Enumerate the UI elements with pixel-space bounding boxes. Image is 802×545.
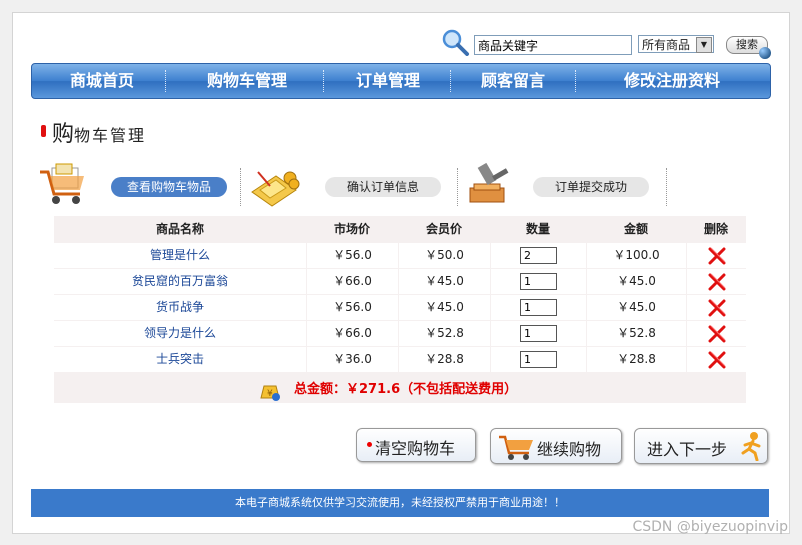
quantity-input[interactable] (520, 247, 557, 264)
product-name-link[interactable]: 管理是什么 (54, 243, 306, 268)
watermark: CSDN @biyezuopinvip (632, 519, 788, 535)
next-step-label: 进入下一步 (647, 440, 728, 459)
nav-home[interactable]: 商城首页 (42, 64, 162, 98)
member-price-cell: ￥45.0 (399, 295, 490, 320)
page-title-big: 购 (52, 122, 75, 147)
member-price-cell: ￥45.0 (399, 269, 490, 294)
nav-cart[interactable]: 购物车管理 (172, 64, 322, 98)
col-header-amount: 金额 (623, 222, 648, 236)
delete-x-icon[interactable] (708, 325, 726, 343)
clear-cart-label: 清空购物车 (375, 439, 456, 458)
search-icon (442, 29, 469, 56)
chevron-down-icon: ▼ (696, 37, 712, 53)
amount-price-cell: ￥28.8 (587, 347, 686, 372)
quantity-cell (491, 347, 586, 372)
step-order-success[interactable]: 订单提交成功 (533, 177, 649, 197)
product-name-link[interactable]: 贫民窟的百万富翁 (54, 269, 306, 294)
nav-divider (450, 70, 451, 92)
step-confirm-order[interactable]: 确认订单信息 (325, 177, 441, 197)
step-view-cart[interactable]: 查看购物车物品 (111, 177, 227, 197)
table-row: 管理是什么￥56.0￥50.0 ￥100.0 (54, 243, 746, 268)
search-button[interactable]: 搜索 (726, 36, 771, 59)
search-button-label: 搜索 (736, 38, 758, 51)
delete-cell (687, 347, 746, 372)
main-nav: 商城首页 购物车管理 订单管理 顾客留言 修改注册资料 (31, 63, 771, 99)
market-price-cell: ￥66.0 (307, 321, 398, 346)
quantity-cell (491, 269, 586, 294)
step-divider (666, 168, 667, 206)
quantity-input[interactable] (520, 299, 557, 316)
col-header-quantity: 数量 (525, 222, 550, 236)
delete-cell (687, 269, 746, 294)
product-name-link[interactable]: 士兵突击 (54, 347, 306, 372)
product-name-link[interactable]: 领导力是什么 (54, 321, 306, 346)
col-header-name: 商品名称 (155, 222, 204, 236)
amount-price-cell: ￥100.0 (587, 243, 686, 268)
nav-divider (323, 70, 324, 92)
delete-x-icon[interactable] (708, 247, 726, 265)
shopping-cart-icon (40, 163, 84, 204)
delete-cell (687, 243, 746, 268)
nav-messages[interactable]: 顾客留言 (452, 64, 574, 98)
delete-x-icon[interactable] (708, 351, 726, 369)
clear-cart-button[interactable]: 清空购物车 (356, 428, 476, 462)
title-bullet (41, 125, 46, 137)
calculator-icon (251, 171, 300, 207)
quantity-cell (491, 321, 586, 346)
quantity-cell (491, 295, 586, 320)
shopping-cart-icon (499, 435, 533, 460)
amount-price-cell: ￥45.0 (587, 269, 686, 294)
nav-divider (165, 70, 166, 92)
delete-cell (687, 295, 746, 320)
footer: 本电子商城系统仅供学习交流使用，未经授权严禁用于商业用途！！ (31, 489, 769, 517)
member-price-cell: ￥52.8 (399, 321, 490, 346)
product-name-link[interactable]: 货币战争 (54, 295, 306, 320)
running-man-icon (741, 432, 761, 461)
market-price-cell: ￥56.0 (307, 243, 398, 268)
gavel-icon (469, 162, 509, 203)
col-header-market-price: 市场价 (333, 222, 370, 236)
bullet-icon (367, 442, 372, 447)
page-title-rest: 物车管理 (74, 126, 147, 145)
quantity-input[interactable] (520, 325, 557, 342)
col-header-member-price: 会员价 (425, 222, 462, 236)
globe-icon (759, 47, 771, 59)
category-select-value: 所有商品 (642, 38, 691, 52)
step-divider (457, 168, 458, 206)
total-amount: 总金额：￥271.6（不包括配送费用） (294, 382, 518, 397)
continue-shopping-button[interactable]: 继续购物 (490, 428, 622, 464)
amount-price-cell: ￥45.0 (587, 295, 686, 320)
nav-divider (575, 70, 576, 92)
member-price-cell: ￥50.0 (399, 243, 490, 268)
table-row: 货币战争￥56.0￥45.0￥45.0 (54, 295, 746, 320)
step-divider (240, 168, 241, 206)
quantity-cell (491, 243, 586, 268)
quantity-input[interactable] (520, 351, 557, 368)
delete-x-icon[interactable] (708, 273, 726, 291)
col-header-delete: 删除 (703, 222, 728, 236)
nav-profile[interactable]: 修改注册资料 (577, 64, 767, 98)
table-row: 贫民窟的百万富翁￥66.0￥45.0￥45.0 (54, 269, 746, 294)
continue-shopping-label: 继续购物 (537, 440, 602, 459)
next-step-button[interactable]: 进入下一步 (634, 428, 768, 464)
delete-cell (687, 321, 746, 346)
member-price-cell: ￥28.8 (399, 347, 490, 372)
nav-orders[interactable]: 订单管理 (325, 64, 451, 98)
market-price-cell: ￥66.0 (307, 269, 398, 294)
search-input[interactable] (474, 35, 632, 55)
market-price-cell: ￥36.0 (307, 347, 398, 372)
market-price-cell: ￥56.0 (307, 295, 398, 320)
category-select[interactable]: 所有商品 ▼ (638, 35, 714, 53)
table-row: 领导力是什么￥66.0￥52.8￥52.8 (54, 321, 746, 346)
table-row: 士兵突击￥36.0￥28.8￥28.8 (54, 347, 746, 372)
page-title: 购物车管理 (52, 116, 146, 148)
amount-price-cell: ￥52.8 (587, 321, 686, 346)
money-bag-icon: ¥ (260, 385, 280, 401)
delete-x-icon[interactable] (708, 299, 726, 317)
quantity-input[interactable] (520, 273, 557, 290)
